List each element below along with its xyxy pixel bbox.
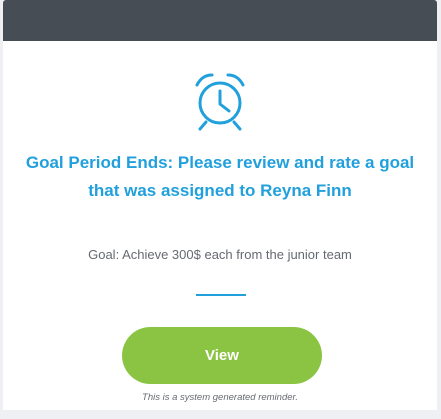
- alarm-clock-icon: [195, 73, 245, 131]
- goal-description: Goal: Achieve 300$ each from the junior …: [88, 247, 352, 262]
- notification-title: Goal Period Ends: Please review and rate…: [25, 153, 415, 200]
- divider: [196, 294, 246, 296]
- notification-card: Goal Period Ends: Please review and rate…: [3, 41, 437, 410]
- view-button[interactable]: View: [122, 327, 322, 384]
- system-reminder-note: This is a system generated reminder.: [142, 392, 298, 403]
- top-bar: [3, 0, 437, 41]
